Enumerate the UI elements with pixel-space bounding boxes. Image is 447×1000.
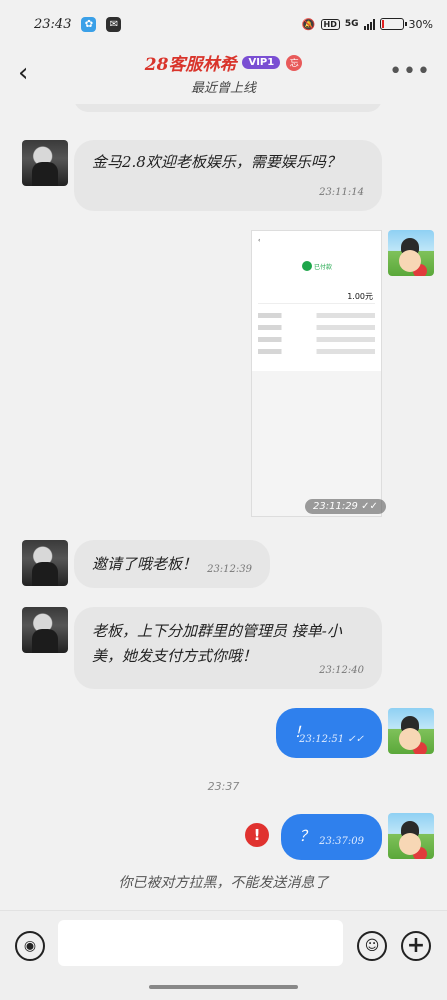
my-avatar[interactable] [388, 708, 434, 754]
my-message-bubble[interactable]: ！ 23:12:51 ✓✓ [276, 708, 382, 758]
emoji-icon: ☺ [364, 938, 380, 954]
vip-badge: VIP1 [242, 56, 281, 69]
status-time: 23:43 [34, 16, 72, 32]
error-icon[interactable]: ! [245, 823, 269, 847]
message-time: 23:11:14 [319, 187, 364, 198]
message-bubble[interactable]: 金马2.8欢迎老板娱乐，需要娱乐吗？ 23:11:14 [74, 140, 382, 211]
status-badge: 忘 [286, 54, 303, 71]
message-input[interactable] [58, 920, 343, 966]
clipped-message-bubble [74, 104, 382, 112]
my-avatar[interactable] [388, 230, 434, 276]
status-bar: 23:43 ✿ ✉ 🔕 HD 5G 30% [0, 0, 447, 48]
emoji-button[interactable]: ☺ [357, 931, 387, 961]
my-avatar[interactable] [388, 813, 434, 859]
battery-icon [379, 18, 407, 30]
mute-icon: 🔕 [301, 17, 316, 31]
my-message-bubble-failed[interactable]: ？ 23:37:09 [281, 814, 382, 860]
time-divider: 23:37 [207, 780, 240, 793]
message-text: ？ [299, 827, 315, 845]
image-message[interactable]: ‹ 已付款 1.00元 [251, 230, 382, 517]
contact-avatar[interactable] [22, 540, 68, 586]
message-time: 23:12:40 [319, 665, 364, 676]
status-right: 🔕 HD 5G 30% [302, 18, 433, 31]
wechat-icon: ✉ [106, 16, 122, 32]
signal-icon [363, 18, 375, 30]
plus-icon: + [406, 933, 426, 958]
voice-icon: ◉ [23, 938, 37, 954]
message-time: 23:37:09 [319, 836, 364, 847]
contact-avatar[interactable] [22, 607, 68, 653]
message-text: 老板，上下分加群里的管理员 接单-小美，她发支付方式你哦！ [92, 622, 342, 665]
message-bubble[interactable]: 邀请了哦老板！ 23:12:39 [74, 540, 270, 588]
contact-name: 28客服林希 [144, 55, 237, 75]
receipt-amount: 1.00元 [347, 292, 373, 301]
image-time: 23:11:29 ✓✓ [305, 499, 386, 514]
message-text: 邀请了哦老板！ [92, 555, 198, 573]
message-list[interactable]: 金马2.8欢迎老板娱乐，需要娱乐吗？ 23:11:14 ‹ 已付款 1.00元 … [0, 104, 447, 910]
more-options-button[interactable]: ••• [389, 60, 431, 84]
payment-receipt-screenshot: ‹ 已付款 1.00元 [252, 231, 381, 371]
contact-avatar[interactable] [22, 140, 68, 186]
hd-badge: HD [320, 18, 340, 30]
plus-button[interactable]: + [401, 931, 431, 961]
blocked-notice: 你已被对方拉黑，不能发送消息了 [118, 875, 329, 891]
network-label: 5G [344, 19, 359, 29]
message-bubble[interactable]: 老板，上下分加群里的管理员 接单-小美，她发支付方式你哦！ 23:12:40 [74, 607, 382, 689]
title-area[interactable]: 28客服林希 VIP1 忘 最近曾上线 [0, 50, 447, 96]
receipt-status: 已付款 [314, 264, 333, 271]
check-icon [302, 261, 312, 271]
message-time: 23:12:39 [207, 564, 252, 575]
message-time: 23:12:51 ✓✓ [299, 734, 364, 745]
chat-header: ‹ 28客服林希 VIP1 忘 最近曾上线 ••• [0, 48, 447, 104]
more-icon: ••• [389, 59, 431, 84]
last-seen-status: 最近曾上线 [190, 81, 256, 96]
voice-button[interactable]: ◉ [15, 931, 45, 961]
message-text: 金马2.8欢迎老板娱乐，需要娱乐吗？ [92, 153, 341, 171]
battery-percent: 30% [408, 17, 433, 31]
home-indicator[interactable] [149, 985, 298, 989]
notification-app-icon: ✿ [81, 16, 97, 32]
